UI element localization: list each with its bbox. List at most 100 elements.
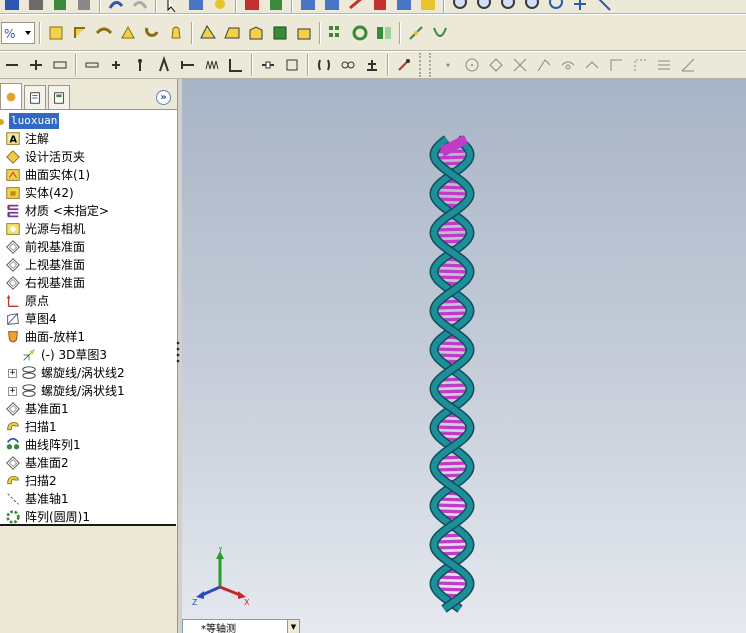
tree-item[interactable]: 曲线阵列1: [0, 436, 177, 454]
trim-icon[interactable]: [509, 54, 531, 76]
tool-icon[interactable]: [393, 54, 415, 76]
shell-icon[interactable]: [245, 22, 267, 44]
tab-feature-tree[interactable]: [0, 83, 22, 109]
tree-item[interactable]: (-) 3D草图3: [0, 346, 177, 364]
polygon-icon[interactable]: [485, 54, 507, 76]
zoom-in-out-icon[interactable]: [521, 0, 543, 13]
convert-icon[interactable]: [581, 54, 603, 76]
extrude-boss-icon[interactable]: [45, 22, 67, 44]
angle-icon[interactable]: [677, 54, 699, 76]
tree-item[interactable]: 原点: [0, 292, 177, 310]
rib-icon[interactable]: [269, 22, 291, 44]
grid-icon[interactable]: [297, 0, 319, 13]
tree-item[interactable]: + 螺旋线/涡状线1: [0, 382, 177, 400]
reference-geometry-icon[interactable]: [405, 22, 427, 44]
zoom-area-icon[interactable]: [497, 0, 519, 13]
document-icon[interactable]: [369, 0, 391, 13]
mirror-icon[interactable]: [373, 22, 395, 44]
arrow-icon[interactable]: [345, 0, 367, 13]
window-icon[interactable]: [393, 0, 415, 13]
tool-icon[interactable]: [177, 54, 199, 76]
tab-property-manager[interactable]: [24, 85, 46, 109]
zoom-fit-icon[interactable]: [473, 0, 495, 13]
tab-configuration-manager[interactable]: [48, 85, 70, 109]
view-orientation-selector[interactable]: *等轴测 ▼: [182, 619, 300, 633]
revolve-icon[interactable]: [69, 22, 91, 44]
curves-icon[interactable]: [429, 22, 451, 44]
linear-pattern-icon[interactable]: [325, 22, 347, 44]
sketch-mode-dropdown[interactable]: %: [1, 21, 35, 44]
extend-icon[interactable]: [533, 54, 555, 76]
rebuild-icon[interactable]: [265, 0, 287, 13]
tree-item[interactable]: 曲面-放样1: [0, 328, 177, 346]
collapse-panel-button[interactable]: »: [156, 90, 171, 105]
sweep-icon[interactable]: [93, 22, 115, 44]
chevron-down-icon[interactable]: ▼: [287, 620, 299, 633]
tool-icon[interactable]: [153, 54, 175, 76]
corner-icon[interactable]: [605, 54, 627, 76]
smart-dimension-icon[interactable]: [185, 0, 207, 13]
expand-toggle[interactable]: +: [8, 369, 17, 378]
tree-item[interactable]: 曲面实体(1): [0, 166, 177, 184]
tool-icon[interactable]: [281, 54, 303, 76]
draft-icon[interactable]: [293, 22, 315, 44]
tool-icon[interactable]: [201, 54, 223, 76]
magnifier-icon[interactable]: [449, 0, 471, 13]
rotate-icon[interactable]: [545, 0, 567, 13]
save-icon[interactable]: [1, 0, 23, 13]
tool-icon[interactable]: [337, 54, 359, 76]
tree-item[interactable]: 前视基准面: [0, 238, 177, 256]
loft-icon[interactable]: [117, 22, 139, 44]
tree-item[interactable]: 设计活页夹: [0, 148, 177, 166]
tool-icon[interactable]: [105, 54, 127, 76]
tree-item[interactable]: 上视基准面: [0, 256, 177, 274]
tool-icon[interactable]: [361, 54, 383, 76]
grid-sketch-icon[interactable]: [653, 54, 675, 76]
book-icon[interactable]: [241, 0, 263, 13]
bell-icon[interactable]: [165, 22, 187, 44]
fillet-icon[interactable]: [197, 22, 219, 44]
layout-icon[interactable]: [321, 0, 343, 13]
undo-icon[interactable]: [105, 0, 127, 13]
circular-pattern-icon[interactable]: [349, 22, 371, 44]
chamfer-icon[interactable]: [221, 22, 243, 44]
tool-icon[interactable]: [49, 54, 71, 76]
print-icon[interactable]: [25, 0, 47, 13]
redo-icon[interactable]: [129, 0, 151, 13]
tool-icon[interactable]: [129, 54, 151, 76]
tree-item[interactable]: 光源与相机: [0, 220, 177, 238]
splitter-grip-icon[interactable]: [176, 340, 180, 366]
centerline-icon[interactable]: [629, 54, 651, 76]
tool-icon[interactable]: [81, 54, 103, 76]
tree-item[interactable]: 基准面1: [0, 400, 177, 418]
tool-icon[interactable]: [1, 54, 23, 76]
offset-icon[interactable]: [557, 54, 579, 76]
box-icon[interactable]: [73, 0, 95, 13]
tree-item[interactable]: 扫描1: [0, 418, 177, 436]
help-icon[interactable]: [417, 0, 439, 13]
dna-helix-model[interactable]: [182, 79, 746, 633]
tree-item[interactable]: 扫描2: [0, 472, 177, 490]
expand-toggle[interactable]: +: [8, 387, 17, 396]
tool-icon[interactable]: [25, 54, 47, 76]
tree-item[interactable]: 基准面2: [0, 454, 177, 472]
tree-item[interactable]: + 螺旋线/涡状线2: [0, 364, 177, 382]
tree-item[interactable]: 基准轴1: [0, 490, 177, 508]
tree-item[interactable]: A 注解: [0, 130, 177, 148]
options-icon[interactable]: [49, 0, 71, 13]
tree-item[interactable]: 实体(42): [0, 184, 177, 202]
tool-icon[interactable]: [257, 54, 279, 76]
tree-item[interactable]: 材质 <未指定>: [0, 202, 177, 220]
sweep-cut-icon[interactable]: [141, 22, 163, 44]
tool-icon[interactable]: [225, 54, 247, 76]
graphics-viewport[interactable]: Y X Z *等轴测 ▼: [182, 79, 746, 633]
tree-root[interactable]: luoxuan: [0, 112, 177, 130]
tree-item[interactable]: 草图4: [0, 310, 177, 328]
pan-icon[interactable]: [569, 0, 591, 13]
circle-sketch-icon[interactable]: [461, 54, 483, 76]
tree-item[interactable]: 右视基准面: [0, 274, 177, 292]
select-icon[interactable]: [161, 0, 183, 13]
point-icon[interactable]: [437, 54, 459, 76]
tool-icon[interactable]: [313, 54, 335, 76]
roll-icon[interactable]: [593, 0, 615, 13]
